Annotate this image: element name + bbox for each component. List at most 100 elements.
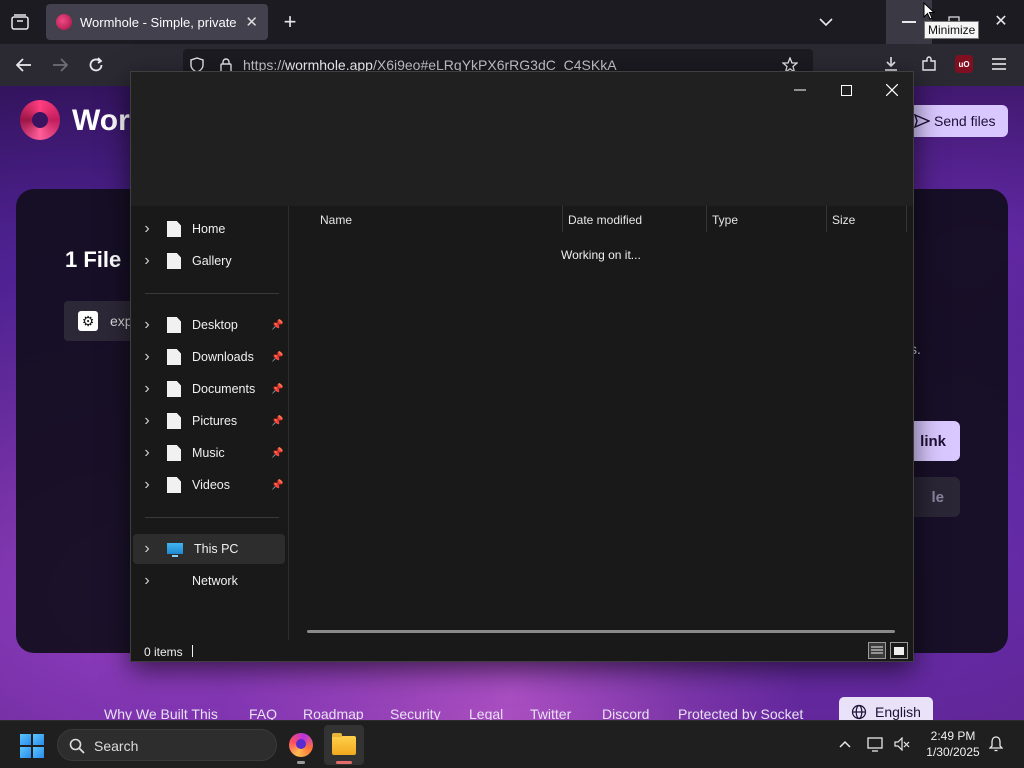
status-separator	[192, 645, 193, 657]
network-status-icon[interactable]	[866, 735, 886, 753]
chevron-right-icon[interactable]: ›	[133, 252, 161, 270]
taskbar-firefox[interactable]	[282, 725, 320, 765]
chevron-right-icon[interactable]: ›	[133, 444, 161, 462]
nav-item-label: Gallery	[192, 254, 232, 268]
nav-item-network[interactable]: › Network	[133, 566, 285, 596]
nav-item-home[interactable]: › Home	[133, 214, 285, 244]
footer-link-security[interactable]: Security	[390, 706, 441, 720]
chevron-right-icon[interactable]: ›	[133, 540, 161, 558]
windows-logo-icon	[20, 747, 31, 758]
file-list-header: Name Date modified Type Size	[307, 206, 913, 232]
dialog-header	[131, 72, 913, 206]
system-clock[interactable]: 2:49 PM 1/30/2025	[916, 728, 990, 760]
window-close-icon[interactable]: ✕	[992, 12, 1010, 30]
pin-icon: 📌	[271, 415, 284, 427]
column-header-date-modified[interactable]: Date modified	[568, 213, 642, 227]
notification-bell-icon[interactable]	[987, 735, 1005, 753]
chevron-right-icon[interactable]: ›	[133, 348, 161, 366]
nav-item-desktop[interactable]: › Desktop 📌	[133, 310, 285, 340]
document-icon	[167, 349, 181, 365]
nav-item-this-pc[interactable]: › This PC	[133, 534, 285, 564]
nav-item-pictures[interactable]: › Pictures 📌	[133, 406, 285, 436]
nav-item-label: Downloads	[192, 350, 254, 364]
mouse-cursor-icon	[923, 2, 935, 20]
nav-item-downloads[interactable]: › Downloads 📌	[133, 342, 285, 372]
pin-icon: 📌	[271, 447, 284, 459]
column-divider[interactable]	[826, 206, 827, 232]
clock-date: 1/30/2025	[926, 745, 980, 759]
document-icon	[167, 477, 181, 493]
dialog-close-button[interactable]	[869, 76, 915, 104]
footer-link-why[interactable]: Why We Built This	[104, 706, 218, 720]
column-divider[interactable]	[562, 206, 563, 232]
chevron-right-icon[interactable]: ›	[133, 412, 161, 430]
column-divider[interactable]	[906, 206, 907, 232]
extensions-icon[interactable]	[920, 55, 938, 73]
chevron-up-icon[interactable]	[836, 735, 854, 753]
firefox-icon	[289, 733, 313, 757]
footer-link-discord[interactable]: Discord	[602, 706, 649, 720]
column-header-size[interactable]: Size	[832, 213, 855, 227]
chevron-right-icon[interactable]: ›	[133, 316, 161, 334]
nav-item-label: Documents	[192, 382, 256, 396]
chevron-right-icon[interactable]: ›	[133, 572, 161, 590]
footer-link-roadmap[interactable]: Roadmap	[303, 706, 364, 720]
volume-muted-icon[interactable]	[893, 735, 911, 753]
dialog-minimize-button[interactable]	[777, 76, 823, 104]
nav-item-gallery[interactable]: › Gallery	[133, 246, 285, 276]
new-tab-icon[interactable]: +	[280, 9, 300, 34]
computer-icon	[167, 542, 183, 557]
forward-icon[interactable]	[50, 55, 70, 75]
nav-item-label: Music	[192, 446, 225, 460]
column-header-type[interactable]: Type	[712, 213, 738, 227]
taskbar-search[interactable]: Search	[57, 729, 277, 761]
tab-wormhole[interactable]: Wormhole - Simple, private file sharing …	[46, 4, 268, 40]
chevron-right-icon[interactable]: ›	[133, 476, 161, 494]
nav-item-label: Desktop	[192, 318, 238, 332]
nav-divider	[145, 293, 279, 294]
ublock-origin-icon[interactable]: uO	[955, 55, 973, 73]
start-button[interactable]	[20, 734, 44, 758]
search-label: Search	[94, 738, 139, 754]
footer-link-faq[interactable]: FAQ	[249, 706, 277, 720]
active-indicator	[336, 761, 352, 764]
tab-title: Wormhole - Simple, private file sharing	[80, 14, 239, 30]
chevron-right-icon[interactable]: ›	[133, 220, 161, 238]
footer-link-socket[interactable]: Protected by Socket	[678, 706, 803, 720]
footer-link-twitter[interactable]: Twitter	[530, 706, 571, 720]
send-files-button[interactable]: Send files	[906, 105, 1008, 137]
language-label: English	[875, 704, 921, 720]
details-view-button[interactable]	[868, 642, 886, 659]
reload-icon[interactable]	[86, 55, 106, 75]
chevron-right-icon[interactable]: ›	[133, 380, 161, 398]
wormhole-logo-icon[interactable]	[20, 100, 60, 140]
document-icon	[167, 445, 181, 461]
dialog-maximize-button[interactable]	[823, 76, 869, 104]
horizontal-scrollbar[interactable]	[307, 630, 895, 633]
folder-icon	[332, 732, 356, 755]
send-icon	[914, 113, 930, 129]
tab-list-icon[interactable]	[10, 12, 30, 32]
browser-tab-bar: Wormhole - Simple, private file sharing …	[0, 0, 1024, 44]
search-icon	[69, 738, 85, 754]
taskbar-file-explorer[interactable]	[324, 725, 364, 765]
pin-icon: 📌	[271, 319, 284, 331]
nav-item-videos[interactable]: › Videos 📌	[133, 470, 285, 500]
nav-item-label: This PC	[194, 542, 239, 556]
tiles-view-button[interactable]	[890, 642, 908, 659]
nav-item-documents[interactable]: › Documents 📌	[133, 374, 285, 404]
menu-icon[interactable]	[990, 55, 1008, 73]
dialog-nav-pane: › Home › Gallery › Desktop 📌 › Downloads…	[131, 206, 289, 640]
chevron-down-icon[interactable]	[816, 12, 836, 32]
card-title: 1 File	[65, 247, 122, 272]
minimize-tooltip: Minimize	[924, 21, 980, 39]
close-icon[interactable]: ✕	[245, 13, 258, 31]
footer-link-legal[interactable]: Legal	[469, 706, 503, 720]
nav-item-music[interactable]: › Music 📌	[133, 438, 285, 468]
column-header-name[interactable]: Name	[320, 213, 352, 227]
column-divider[interactable]	[706, 206, 707, 232]
clock-time: 2:49 PM	[930, 729, 976, 743]
back-icon[interactable]	[14, 55, 34, 75]
language-button[interactable]: English	[839, 697, 933, 720]
item-count: 0 items	[144, 645, 183, 659]
